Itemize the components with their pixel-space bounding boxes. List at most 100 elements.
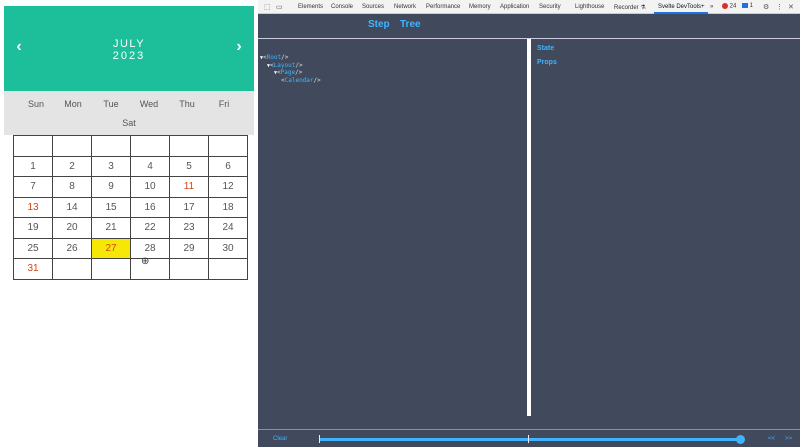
calendar-header: ‹ JULY 2023 › (4, 6, 254, 91)
device-toggle-icon[interactable]: ▭ (276, 3, 283, 11)
tab-step[interactable]: Step (368, 19, 390, 30)
timeline-thumb[interactable] (736, 435, 745, 444)
message-badge[interactable]: 1 (742, 3, 753, 9)
weekday-fri: Fri (218, 99, 230, 109)
tab-recorder[interactable]: Recorder ⚗ (614, 4, 646, 11)
tab-application[interactable]: Application (500, 4, 529, 10)
day-cell-2[interactable]: 2 (53, 156, 92, 177)
calendar-app: ‹ JULY 2023 › Sun Mon Tue Wed Thu Fri Sa… (0, 0, 258, 447)
calendar-grid: 1 2 3 4 5 6 7 8 9 10 11 12 13 14 15 16 17 18 19 20 21 22 23 24 2… (13, 135, 248, 280)
message-icon (742, 3, 748, 8)
day-cell-29[interactable]: 29 (170, 238, 209, 259)
tree-node-label: Layout (273, 61, 296, 69)
weekday-sun: Sun (27, 99, 44, 109)
day-cell-11[interactable]: 11 (170, 177, 209, 198)
tree-node-label: Calendar (284, 76, 314, 84)
tab-elements[interactable]: Elements (298, 4, 323, 10)
kebab-menu-icon[interactable]: ⋮ (776, 3, 783, 11)
day-cell-26[interactable]: 26 (53, 238, 92, 259)
day-cell-31[interactable]: 31 (14, 259, 53, 280)
tree-node-label: Root (266, 54, 282, 61)
day-cell-15[interactable]: 15 (92, 197, 131, 218)
weekday-thu: Thu (179, 99, 195, 109)
error-icon (722, 3, 728, 9)
day-cell-20[interactable]: 20 (53, 218, 92, 239)
inspect-icon[interactable]: ⬚ (264, 3, 271, 11)
step-back-button[interactable]: << (768, 436, 775, 442)
empty-day-cell (53, 136, 92, 157)
tab-tree[interactable]: Tree (400, 19, 421, 30)
day-cell-17[interactable]: 17 (170, 197, 209, 218)
day-cell-28[interactable]: 28 (131, 238, 170, 259)
day-cell-19[interactable]: 19 (14, 218, 53, 239)
weekday-header: Sun Mon Tue Wed Thu Fri Sat (4, 91, 254, 135)
timeline-bar: Clear << >> (258, 429, 800, 447)
tab-security[interactable]: Security (539, 4, 561, 10)
tab-lighthouse[interactable]: Lighthouse (575, 4, 604, 10)
weekday-wed: Wed (139, 99, 159, 109)
tab-performance[interactable]: Performance (426, 4, 460, 10)
day-cell-3[interactable]: 3 (92, 156, 131, 177)
day-cell-30[interactable]: 30 (209, 238, 248, 259)
tree-node-page[interactable]: ▼<Page/> (274, 69, 302, 76)
day-cell-22[interactable]: 22 (131, 218, 170, 239)
timeline-tick (528, 435, 529, 443)
empty-day-cell (131, 259, 170, 280)
day-cell-1[interactable]: 1 (14, 156, 53, 177)
day-cell-18[interactable]: 18 (209, 197, 248, 218)
empty-day-cell (14, 136, 53, 157)
mouse-cursor-icon: ⊕ (141, 256, 150, 267)
clear-button[interactable]: Clear (273, 436, 287, 442)
tab-console[interactable]: Console (331, 4, 353, 10)
weekday-sat: Sat (122, 118, 136, 128)
tab-sources[interactable]: Sources (362, 4, 384, 10)
day-cell-25[interactable]: 25 (14, 238, 53, 259)
day-cell-23[interactable]: 23 (170, 218, 209, 239)
state-label[interactable]: State (537, 45, 554, 52)
tab-memory[interactable]: Memory (469, 4, 491, 10)
tree-node-root[interactable]: ▼<Root/> (260, 54, 288, 61)
empty-day-cell (209, 259, 248, 280)
day-cell-13[interactable]: 13 (14, 197, 53, 218)
more-tabs-icon[interactable]: » (710, 4, 713, 10)
tree-node-layout[interactable]: ▼<Layout/> (267, 62, 303, 69)
day-cell-5[interactable]: 5 (170, 156, 209, 177)
weekday-mon: Mon (64, 99, 82, 109)
tree-node-label: Page (280, 69, 296, 76)
chevron-right-icon[interactable]: › (230, 38, 248, 56)
empty-day-cell (92, 259, 131, 280)
day-cell-24[interactable]: 24 (209, 218, 248, 239)
empty-day-cell (131, 136, 170, 157)
step-forward-button[interactable]: >> (785, 436, 792, 442)
tree-node-calendar[interactable]: <Calendar/> (281, 77, 321, 84)
tab-network[interactable]: Network (394, 4, 416, 10)
props-label[interactable]: Props (537, 59, 557, 66)
year-label: 2023 (112, 50, 146, 62)
day-cell-7[interactable]: 7 (14, 177, 53, 198)
day-cell-10[interactable]: 10 (131, 177, 170, 198)
error-badge[interactable]: 24 (722, 3, 736, 10)
gear-icon[interactable]: ⚙ (763, 3, 769, 11)
day-cell-6[interactable]: 6 (209, 156, 248, 177)
empty-day-cell (170, 136, 209, 157)
empty-day-cell (92, 136, 131, 157)
timeline-tick (319, 435, 320, 443)
devtools-panel: ⬚ ▭ Elements Console Sources Network Per… (258, 0, 800, 447)
day-cell-8[interactable]: 8 (53, 177, 92, 198)
day-cell-16[interactable]: 16 (131, 197, 170, 218)
message-count: 1 (749, 3, 754, 10)
day-cell-27[interactable]: 27 (92, 238, 131, 259)
close-icon[interactable]: ✕ (788, 3, 794, 11)
component-tree: ▼<Root/> ▼<Layout/> ▼<Page/> <Calendar/> (258, 39, 527, 416)
day-cell-21[interactable]: 21 (92, 218, 131, 239)
empty-day-cell (170, 259, 209, 280)
tab-svelte-devtools[interactable]: Svelte DevTools+ (658, 4, 705, 10)
devtools-tabbar: ⬚ ▭ Elements Console Sources Network Per… (258, 0, 800, 14)
day-cell-4[interactable]: 4 (131, 156, 170, 177)
empty-day-cell (209, 136, 248, 157)
day-cell-12[interactable]: 12 (209, 177, 248, 198)
day-cell-14[interactable]: 14 (53, 197, 92, 218)
timeline-slider[interactable] (319, 438, 741, 441)
day-cell-9[interactable]: 9 (92, 177, 131, 198)
error-count: 24 (729, 3, 737, 10)
